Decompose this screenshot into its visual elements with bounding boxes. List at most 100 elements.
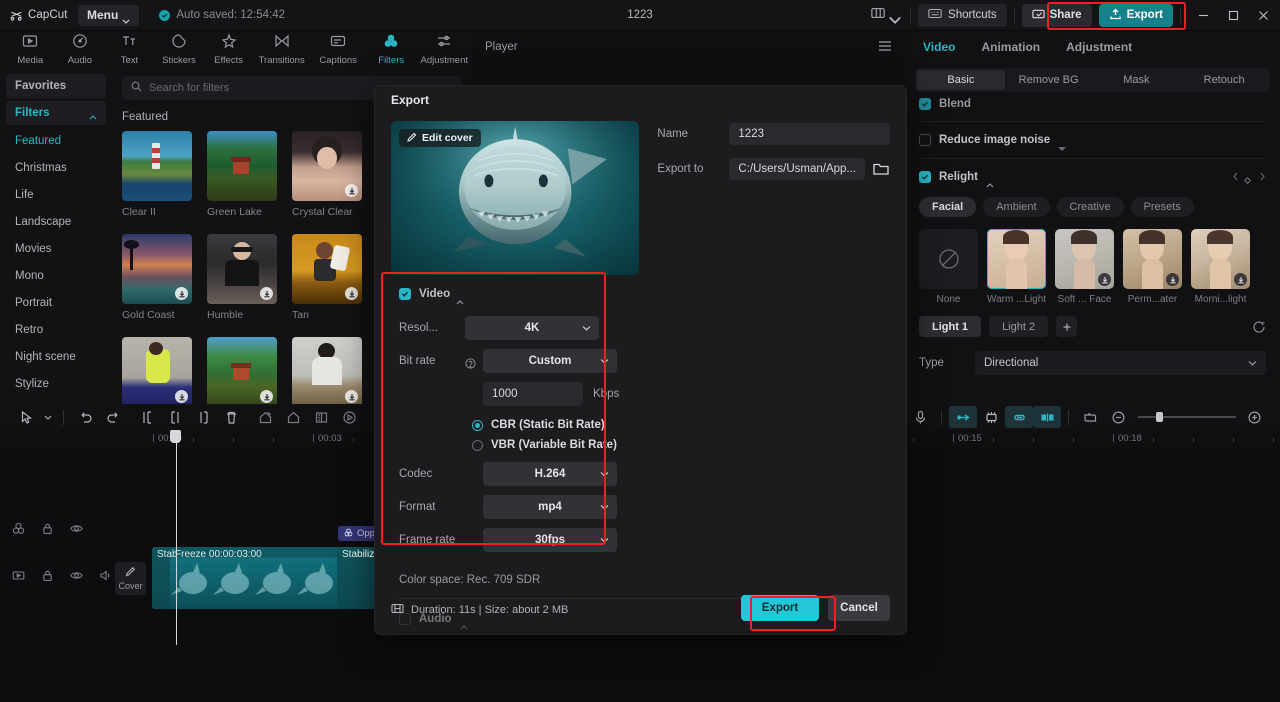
- tool-tab-text[interactable]: Text: [105, 32, 154, 68]
- cbr-radio[interactable]: [472, 419, 483, 431]
- export-button-titlebar[interactable]: Export: [1098, 3, 1173, 27]
- video-enable-row[interactable]: Video: [399, 285, 890, 304]
- tool-tab-captions[interactable]: Captions: [310, 32, 366, 68]
- relight-checkbox[interactable]: [919, 171, 931, 183]
- filter-item[interactable]: Gold Coast: [122, 234, 192, 321]
- layout-button[interactable]: [864, 4, 903, 27]
- volume-icon[interactable]: [99, 569, 112, 587]
- select-tool-dropdown-icon[interactable]: [40, 406, 56, 428]
- blend-checkbox[interactable]: [919, 98, 931, 110]
- type-select[interactable]: Directional: [975, 351, 1266, 375]
- player-menu-icon[interactable]: [878, 40, 892, 55]
- maximize-button[interactable]: [1218, 0, 1248, 31]
- relight-preset-none[interactable]: None: [919, 229, 978, 305]
- name-input[interactable]: 1223: [729, 123, 890, 145]
- subtab-mask[interactable]: Mask: [1093, 70, 1181, 90]
- relight-row[interactable]: Relight: [919, 168, 1266, 187]
- codec-select[interactable]: H.264: [483, 462, 617, 486]
- filter-item[interactable]: Clear II: [122, 131, 192, 218]
- tool-tab-adjustment[interactable]: Adjustment: [417, 32, 473, 68]
- shortcuts-button[interactable]: Shortcuts: [918, 3, 1007, 27]
- export-confirm-button[interactable]: Export: [741, 595, 819, 621]
- sidebar-item-stylize[interactable]: Stylize: [6, 371, 106, 397]
- keyframe-add-icon[interactable]: [1244, 172, 1254, 184]
- cover-button[interactable]: Cover: [115, 562, 146, 595]
- download-icon[interactable]: [345, 184, 358, 197]
- chevron-down-icon[interactable]: [1058, 138, 1067, 151]
- redo-icon[interactable]: [99, 406, 127, 428]
- filter-item[interactable]: Glow: [292, 337, 362, 404]
- download-icon[interactable]: [175, 287, 188, 300]
- filter-track-icon[interactable]: [12, 522, 25, 540]
- menu-button[interactable]: Menu: [78, 4, 140, 26]
- download-icon[interactable]: [345, 390, 358, 403]
- tool-tab-effects[interactable]: Effects: [204, 32, 253, 68]
- delete-icon[interactable]: [217, 406, 245, 428]
- subtab-remove-bg[interactable]: Remove BG: [1005, 70, 1093, 90]
- pill-creative[interactable]: Creative: [1056, 197, 1124, 217]
- undo-icon[interactable]: [71, 406, 99, 428]
- nav-item-filters[interactable]: Filters: [6, 101, 106, 125]
- vbr-radio-row[interactable]: VBR (Variable Bit Rate): [472, 435, 890, 455]
- freeze-frame-icon[interactable]: [279, 406, 307, 428]
- blend-row[interactable]: Blend: [919, 96, 1266, 112]
- bitrate-select[interactable]: Custom: [483, 349, 617, 373]
- tool-tab-audio[interactable]: Audio: [56, 32, 105, 68]
- zoom-in-icon[interactable]: [1240, 406, 1268, 428]
- download-icon[interactable]: [260, 390, 273, 403]
- edit-cover-button[interactable]: Edit cover: [399, 129, 481, 147]
- lock-icon[interactable]: [41, 522, 54, 540]
- keyframe-prev-icon[interactable]: [1232, 168, 1239, 186]
- visibility-icon[interactable]: [70, 569, 83, 587]
- chevron-up-icon[interactable]: [986, 175, 994, 187]
- lock-icon[interactable]: [41, 569, 54, 587]
- relight-preset-morning-light[interactable]: Morni...light: [1191, 229, 1250, 305]
- filter-item[interactable]: Tan: [292, 234, 362, 321]
- tab-animation[interactable]: Animation: [981, 40, 1040, 54]
- sidebar-item-movies[interactable]: Movies: [6, 236, 106, 262]
- help-icon[interactable]: [465, 356, 476, 369]
- minimize-button[interactable]: [1188, 0, 1218, 31]
- share-button[interactable]: Share: [1021, 3, 1092, 27]
- cancel-button[interactable]: Cancel: [828, 595, 890, 621]
- cover-preview[interactable]: Edit cover: [391, 121, 640, 275]
- relight-preset-warm-light[interactable]: Warm ...Light: [987, 229, 1046, 305]
- pill-facial[interactable]: Facial: [919, 197, 977, 217]
- resolution-select[interactable]: 4K: [465, 316, 599, 340]
- sidebar-item-christmas[interactable]: Christmas: [6, 155, 106, 181]
- visibility-icon[interactable]: [70, 522, 83, 540]
- vbr-radio[interactable]: [472, 439, 483, 451]
- zoom-slider[interactable]: [1138, 412, 1236, 422]
- download-icon[interactable]: [260, 287, 273, 300]
- select-tool-icon[interactable]: [12, 406, 40, 428]
- light-2-button[interactable]: Light 2: [989, 316, 1049, 337]
- video-checkbox[interactable]: [399, 288, 411, 300]
- link-icon[interactable]: [1005, 406, 1033, 428]
- tool-tab-filters[interactable]: Filters: [367, 32, 416, 68]
- filter-item[interactable]: Crystal Clear: [292, 131, 362, 218]
- keyframe-controls[interactable]: [1232, 168, 1266, 186]
- auto-fill-icon[interactable]: [949, 406, 977, 428]
- download-icon[interactable]: [345, 287, 358, 300]
- filter-item[interactable]: Wild: [207, 337, 277, 404]
- filter-item[interactable]: Humble: [207, 234, 277, 321]
- filter-item[interactable]: Sheer: [122, 337, 192, 404]
- relight-preset-perm-water[interactable]: Perm...ater: [1123, 229, 1182, 305]
- subtab-retouch[interactable]: Retouch: [1180, 70, 1268, 90]
- zoom-slider-track[interactable]: [1138, 412, 1236, 422]
- tab-video[interactable]: Video: [923, 40, 955, 54]
- close-button[interactable]: [1248, 0, 1278, 31]
- zoom-slider-knob[interactable]: [1156, 412, 1163, 422]
- trim-right-icon[interactable]: [189, 406, 217, 428]
- reduce-noise-checkbox[interactable]: [919, 134, 931, 146]
- split-icon[interactable]: [133, 406, 161, 428]
- reduce-noise-row[interactable]: Reduce image noise: [919, 131, 1266, 151]
- download-icon[interactable]: [175, 390, 188, 403]
- keyframe-next-icon[interactable]: [1259, 168, 1266, 186]
- add-light-button[interactable]: [1056, 316, 1078, 337]
- filter-item[interactable]: Green Lake: [207, 131, 277, 218]
- crop-icon[interactable]: [1076, 406, 1104, 428]
- timeline-clip-freeze[interactable]: Freeze 00:00:03:00: [170, 547, 344, 609]
- sidebar-item-featured[interactable]: Featured: [6, 128, 106, 154]
- bitrate-number-input[interactable]: 1000: [483, 382, 583, 406]
